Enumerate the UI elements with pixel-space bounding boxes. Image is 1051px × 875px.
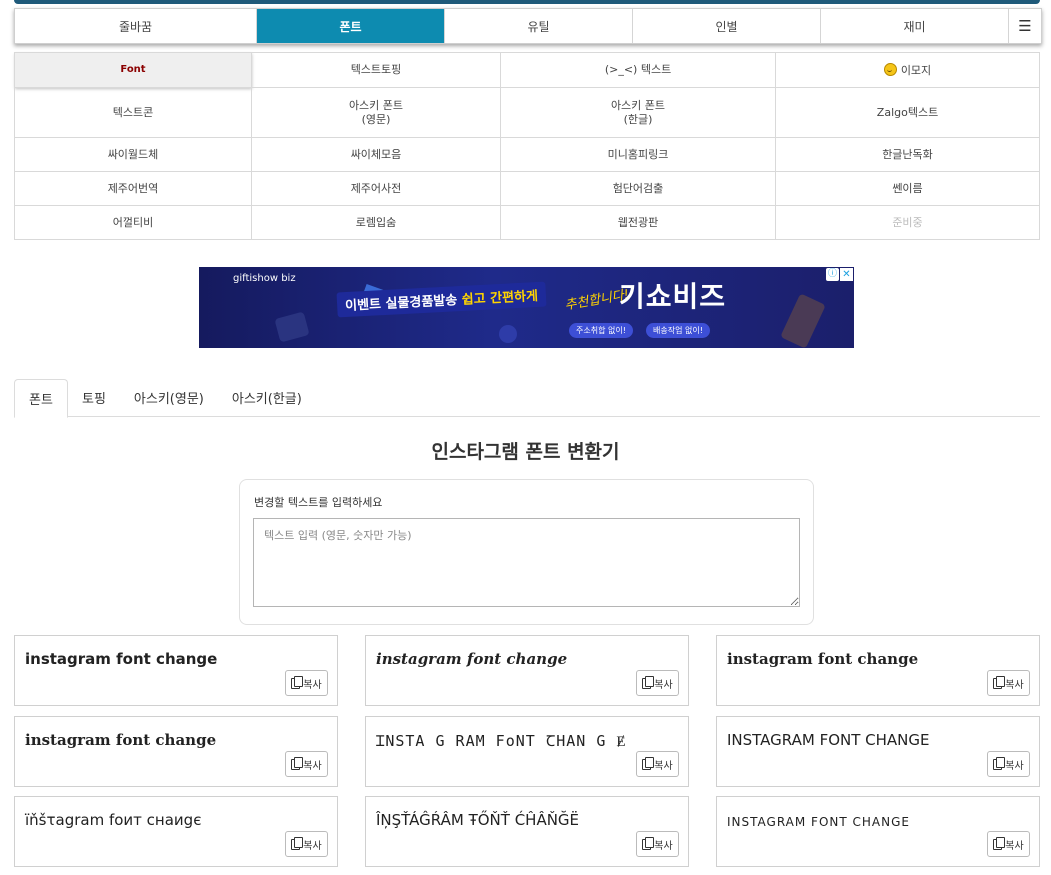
text-input[interactable] <box>253 518 800 607</box>
ad-close-icon[interactable]: ✕ <box>840 268 853 281</box>
result-text: INSTAGRAM FONT CHANGE <box>727 815 910 829</box>
ad-headline-text: 이벤트 실물경품발송 <box>344 292 463 315</box>
subnav-font[interactable]: Font <box>14 52 252 88</box>
copy-icon <box>642 756 655 770</box>
copy-button[interactable]: 복사 <box>636 751 679 777</box>
copy-label: 복사 <box>1005 760 1024 772</box>
tab-topping[interactable]: 토핑 <box>68 379 120 415</box>
result-card: instagram font change 복사 <box>14 716 338 787</box>
copy-icon <box>642 675 655 689</box>
copy-label: 복사 <box>654 840 673 852</box>
result-text: ꞮNSTA G RAM FoNT ꞆHAN G Ɇ <box>376 732 627 750</box>
tab-ascii-english[interactable]: 아스키(영문) <box>120 379 218 415</box>
subnav-web-billboard[interactable]: 웹전광판 <box>500 205 776 240</box>
subnav-jeju-dictionary[interactable]: 제주어사전 <box>251 171 501 206</box>
subnav-eokkeol-tv[interactable]: 어껄티비 <box>14 205 252 240</box>
nav-item-linebreak[interactable]: 줄바꿈 <box>15 9 257 43</box>
copy-button[interactable]: 복사 <box>987 751 1030 777</box>
subnav-kaomoji-text[interactable]: (>_<) 텍스트 <box>500 52 776 88</box>
subnav-bad-word-detect[interactable]: 험단어검출 <box>500 171 776 206</box>
copy-icon <box>993 675 1006 689</box>
hamburger-icon[interactable]: ☰ <box>1009 9 1041 43</box>
copy-button[interactable]: 복사 <box>285 751 328 777</box>
result-text: ÎŅŞŤÁĜŔÂM ŦŐŇŤ ĆĤÂŇĞË <box>376 811 580 829</box>
copy-button[interactable]: 복사 <box>636 670 679 696</box>
result-text: ïňšτagram foит снаиgє <box>25 811 202 829</box>
copy-label: 복사 <box>1005 840 1024 852</box>
subnav-lorem-ipsum[interactable]: 로렘입숨 <box>251 205 501 240</box>
subnav-strong-name[interactable]: 쎈이름 <box>775 171 1040 206</box>
ad-decoration <box>499 325 517 343</box>
result-text: instagram font change <box>727 650 919 668</box>
ad-banner[interactable]: giftishow biz 이벤트 실물경품발송 쉽고 간편하게 추천합니다! … <box>199 267 854 348</box>
result-text: instagram font change <box>25 650 218 668</box>
converter-tabs: 폰트 토핑 아스키(영문) 아스키(한글) <box>14 379 1040 418</box>
copy-icon <box>642 836 655 850</box>
ad-pill: 주소취합 없이! <box>569 323 633 338</box>
result-card: INSTAGRAM FONT CHANGE 복사 <box>716 716 1040 787</box>
subnav-emoji-label: 이모지 <box>900 63 932 77</box>
ad-info-icon[interactable]: ⓘ <box>826 268 839 281</box>
nav-item-fun[interactable]: 재미 <box>821 9 1009 43</box>
copy-button[interactable]: 복사 <box>285 831 328 857</box>
subnav-coming-soon: 준비중 <box>775 205 1040 240</box>
subnav-cy-font-collection[interactable]: 싸이체모음 <box>251 137 501 172</box>
copy-icon <box>291 675 304 689</box>
subnav-ascii-font-en[interactable]: 아스키 폰트 (영문) <box>251 87 501 138</box>
result-card: instagram font change 복사 <box>365 635 689 706</box>
top-accent-strip <box>14 0 1040 4</box>
copy-button[interactable]: 복사 <box>987 831 1030 857</box>
smiley-emoji-icon <box>883 62 897 76</box>
tab-font[interactable]: 폰트 <box>14 379 68 418</box>
copy-label: 복사 <box>303 760 322 772</box>
subnav-textcon[interactable]: 텍스트콘 <box>14 87 252 138</box>
tab-ascii-korean[interactable]: 아스키(한글) <box>218 379 316 415</box>
copy-icon <box>993 756 1006 770</box>
result-text: instagram font change <box>376 650 568 668</box>
subnav-text-topping[interactable]: 텍스트토핑 <box>251 52 501 88</box>
page-title: 인스타그램 폰트 변환기 <box>431 441 620 463</box>
result-card: ꞮNSTA G RAM FoNT ꞆHAN G Ɇ 복사 <box>365 716 689 787</box>
copy-label: 복사 <box>303 840 322 852</box>
result-text: instagram font change <box>25 731 217 749</box>
ad-brand-name: 기쇼비즈 <box>619 280 727 313</box>
copy-icon <box>291 756 304 770</box>
subnav-hangul-obfuscation[interactable]: 한글난독화 <box>775 137 1040 172</box>
main-nav: 줄바꿈 폰트 유틸 인별 재미 ☰ <box>14 8 1042 44</box>
ad-brand: giftishow biz <box>233 273 296 284</box>
input-label: 변경할 텍스트를 입력하세요 <box>254 496 383 509</box>
result-card: INSTAGRAM FONT CHANGE 복사 <box>716 796 1040 867</box>
nav-item-font[interactable]: 폰트 <box>257 9 445 43</box>
sub-menu-grid: Font 텍스트토핑 (>_<) 텍스트 이모지 텍스트콘 아스키 폰트 (영문… <box>14 52 1040 240</box>
result-card: instagram font change 복사 <box>14 635 338 706</box>
copy-icon <box>291 836 304 850</box>
subnav-minihompy-link[interactable]: 미니홈피링크 <box>500 137 776 172</box>
ad-phone-image <box>780 293 826 348</box>
ad-pill: 배송작업 없이! <box>646 323 710 338</box>
subnav-cyworld-font[interactable]: 싸이월드체 <box>14 137 252 172</box>
copy-button[interactable]: 복사 <box>285 670 328 696</box>
nav-item-insta[interactable]: 인별 <box>633 9 821 43</box>
subnav-emoji[interactable]: 이모지 <box>775 52 1040 88</box>
copy-label: 복사 <box>303 679 322 691</box>
subnav-ascii-font-ko[interactable]: 아스키 폰트 (한글) <box>500 87 776 138</box>
copy-label: 복사 <box>654 760 673 772</box>
subnav-jeju-translate[interactable]: 제주어번역 <box>14 171 252 206</box>
copy-label: 복사 <box>654 679 673 691</box>
result-card: ïňšτagram foит снаиgє 복사 <box>14 796 338 867</box>
result-text: INSTAGRAM FONT CHANGE <box>727 731 930 749</box>
copy-button[interactable]: 복사 <box>987 670 1030 696</box>
result-card: instagram font change 복사 <box>716 635 1040 706</box>
copy-button[interactable]: 복사 <box>636 831 679 857</box>
ad-decoration <box>274 311 310 343</box>
copy-label: 복사 <box>1005 679 1024 691</box>
copy-icon <box>993 836 1006 850</box>
ad-headline-highlight: 쉽고 간편하게 <box>461 288 539 308</box>
nav-item-util[interactable]: 유틸 <box>445 9 633 43</box>
subnav-zalgo-text[interactable]: Zalgo텍스트 <box>775 87 1040 138</box>
result-card: ÎŅŞŤÁĜŔÂM ŦŐŇŤ ĆĤÂŇĞË 복사 <box>365 796 689 867</box>
input-card: 변경할 텍스트를 입력하세요 <box>239 479 814 625</box>
